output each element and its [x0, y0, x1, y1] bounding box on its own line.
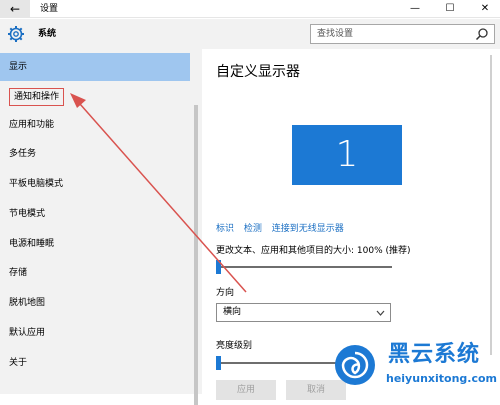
sidebar-item-label: 节电模式	[9, 209, 46, 219]
sidebar-item-display[interactable]: 显示	[0, 53, 190, 81]
chevron-down-icon	[376, 310, 385, 316]
slider-track	[216, 266, 392, 268]
sidebar-item-label: 通知和操作	[9, 88, 65, 106]
detect-link[interactable]: 检测	[244, 224, 262, 234]
swirl-logo-icon	[335, 345, 375, 385]
section-title: 系统	[38, 29, 57, 39]
brightness-slider[interactable]	[216, 356, 336, 370]
window-title: 设置	[40, 4, 59, 14]
slider-track	[216, 362, 336, 364]
maximize-button[interactable]: ☐	[435, 0, 465, 18]
gear-icon	[7, 25, 25, 43]
sidebar-item-notifications[interactable]: 通知和操作	[0, 83, 190, 111]
close-button[interactable]: ✕	[470, 0, 500, 18]
sidebar-item-tablet-mode[interactable]: 平板电脑模式	[0, 170, 190, 198]
page-title: 自定义显示器	[216, 64, 300, 80]
sidebar-item-battery-saver[interactable]: 节电模式	[0, 200, 190, 228]
watermark-url: heiyunxitong.com	[386, 372, 497, 385]
sidebar-item-power-sleep[interactable]: 电源和睡眠	[0, 230, 190, 258]
sidebar-item-storage[interactable]: 存储	[0, 259, 190, 287]
sidebar-item-label: 关于	[9, 358, 28, 368]
apply-button[interactable]: 应用	[216, 380, 276, 400]
brightness-label: 亮度级别	[216, 341, 253, 351]
connect-wireless-link[interactable]: 连接到无线显示器	[272, 224, 344, 234]
sidebar-item-label: 平板电脑模式	[9, 179, 64, 189]
search-input[interactable]: 查找设置	[310, 24, 495, 44]
sidebar-item-default-apps[interactable]: 默认应用	[0, 319, 190, 347]
sidebar-item-label: 多任务	[9, 149, 37, 159]
sidebar-item-label: 电源和睡眠	[9, 239, 55, 249]
main-scrollbar[interactable]	[490, 55, 492, 355]
monitor-preview[interactable]: 1	[292, 125, 402, 185]
title-bar: ← 设置 — ☐ ✕	[0, 0, 500, 18]
search-icon[interactable]	[475, 27, 489, 41]
slider-thumb[interactable]	[216, 260, 221, 274]
orientation-value: 横向	[223, 307, 242, 317]
orientation-select[interactable]: 横向	[216, 303, 391, 322]
sidebar-item-apps[interactable]: 应用和功能	[0, 111, 190, 139]
display-links: 标识 检测 连接到无线显示器	[216, 221, 351, 234]
back-button[interactable]: ←	[0, 0, 30, 18]
identify-link[interactable]: 标识	[216, 224, 234, 234]
search-placeholder: 查找设置	[317, 29, 354, 39]
sidebar-item-label: 显示	[9, 62, 28, 72]
sidebar-item-about[interactable]: 关于	[0, 349, 190, 377]
sidebar: 显示 通知和操作 应用和功能 多任务 平板电脑模式 节电模式 电源和睡眠 存储 …	[0, 49, 202, 405]
minimize-button[interactable]: —	[400, 0, 430, 18]
scale-slider[interactable]	[216, 260, 392, 274]
watermark-title: 黑云系统	[388, 342, 481, 367]
sidebar-item-multitasking[interactable]: 多任务	[0, 140, 190, 168]
scale-label: 更改文本、应用和其他项目的大小: 100% (推荐)	[216, 246, 411, 256]
sidebar-item-label: 默认应用	[9, 328, 46, 338]
slider-thumb[interactable]	[216, 356, 221, 370]
orientation-label: 方向	[216, 288, 235, 298]
sidebar-item-label: 应用和功能	[9, 120, 55, 130]
sidebar-scrollbar[interactable]	[194, 105, 198, 405]
sidebar-item-label: 存储	[9, 268, 28, 278]
sidebar-item-label: 脱机地图	[9, 298, 46, 308]
watermark: 黑云系统 heiyunxitong.com	[330, 340, 500, 394]
sidebar-item-offline-maps[interactable]: 脱机地图	[0, 289, 190, 317]
